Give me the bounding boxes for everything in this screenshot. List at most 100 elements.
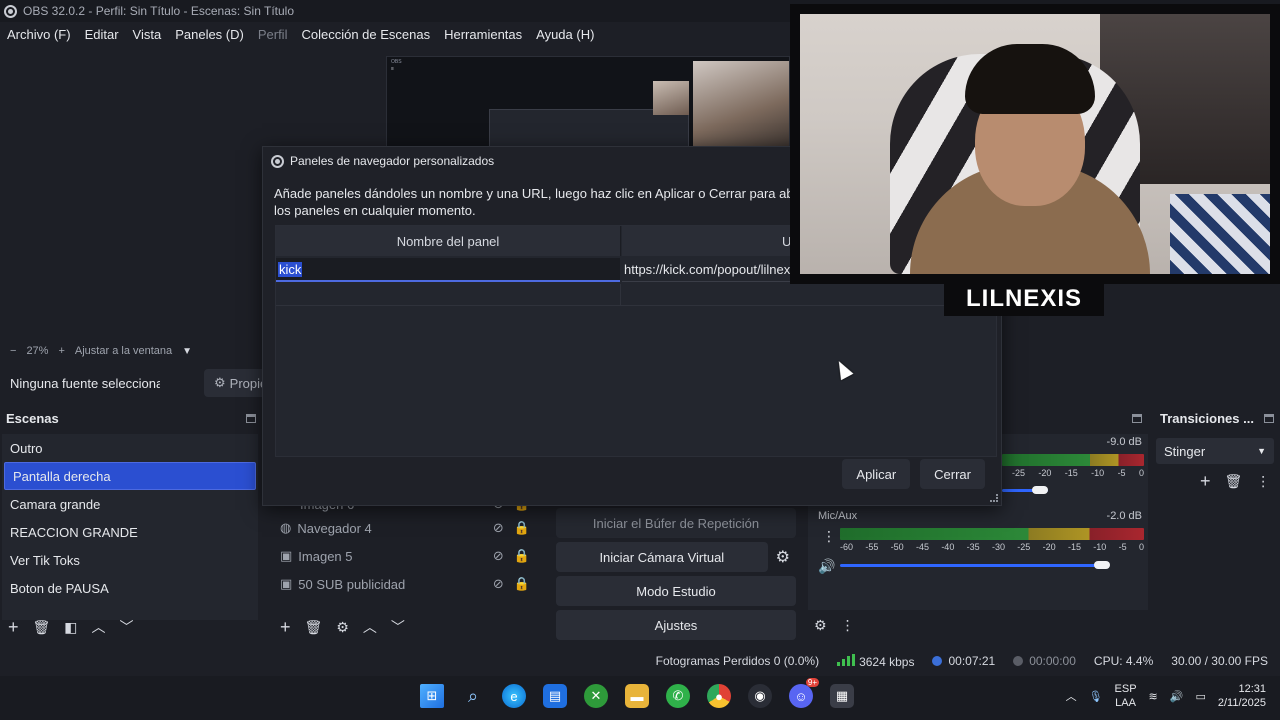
menu-profile[interactable]: Perfil [258, 27, 288, 42]
rec-time-readout: 00:00:00 [1013, 654, 1076, 668]
obs-logo-icon [271, 154, 284, 168]
eye-hidden-icon[interactable]: ⊘ [493, 520, 504, 536]
move-up-icon[interactable]: ︿ [363, 620, 377, 634]
game-capture-icon[interactable]: ▦ [830, 684, 854, 708]
gear-icon[interactable]: ⚙ [776, 547, 790, 567]
menu-view[interactable]: Vista [133, 27, 162, 42]
replay-buffer-button[interactable]: Iniciar el Búfer de Repetición [556, 508, 796, 538]
record-icon [1013, 656, 1024, 666]
broadcast-icon [932, 656, 943, 666]
source-item[interactable]: ◍ Navegador 4 ⊘ 🔒 [270, 514, 546, 542]
resize-grip-icon[interactable] [990, 494, 998, 502]
store-icon[interactable]: ▤ [543, 684, 567, 708]
virtual-cam-button[interactable]: Iniciar Cámara Virtual [556, 542, 768, 572]
move-down-icon[interactable]: ﹀ [391, 620, 405, 634]
close-button[interactable]: Cerrar [920, 459, 985, 489]
apply-button[interactable]: Aplicar [842, 459, 911, 489]
preview-mini-title: OBS [391, 59, 402, 65]
undock-icon[interactable] [1264, 413, 1274, 423]
channel2-name: Mic/Aux [818, 510, 858, 522]
menu-docks[interactable]: Paneles (D) [175, 27, 244, 42]
eye-hidden-icon[interactable]: ⊘ [493, 576, 504, 592]
scene-item[interactable]: Camara grande [2, 490, 258, 518]
lock-icon[interactable]: 🔒 [514, 548, 530, 564]
microphone-icon[interactable]: 🎙 [1089, 690, 1103, 703]
trash-icon[interactable]: 🗑 [1225, 474, 1243, 488]
scene-item[interactable]: Ver Tik Toks [2, 546, 258, 574]
channel2-volume-knob[interactable] [1094, 561, 1110, 569]
gear-icon[interactable]: ⚙ [336, 620, 349, 634]
source-item[interactable]: ▣ 50 SUB publicidad ⊘ 🔒 [270, 570, 546, 598]
volume-icon[interactable]: 🔊 [1170, 690, 1184, 703]
menu-help[interactable]: Ayuda (H) [536, 27, 594, 42]
channel2-volume-slider[interactable] [840, 564, 1104, 567]
discord-badge: 9+ [805, 678, 819, 687]
scene-item-selected[interactable]: Pantalla derecha [4, 462, 256, 490]
eye-hidden-icon[interactable]: ⊘ [493, 548, 504, 564]
menu-scene-collection[interactable]: Colección de Escenas [301, 27, 430, 42]
empty-row[interactable] [276, 284, 996, 306]
folder-icon[interactable]: ▬ [625, 684, 649, 708]
preview-canvas: OBS ≡ [386, 56, 790, 148]
battery-icon[interactable]: ▭ [1195, 690, 1205, 703]
scene-item[interactable]: Outro [2, 434, 258, 462]
clock[interactable]: 12:31 2/11/2025 [1218, 682, 1266, 710]
zoom-level: 27% [26, 345, 49, 357]
dock-name-cell[interactable]: kick [276, 258, 620, 282]
channel2-scale: -60 -55 -50 -45 -40 -35 -30 -25 -20 -15 -10 -5 0 [840, 542, 1144, 552]
windows-start-icon[interactable]: ⊞ [420, 684, 444, 708]
channel1-volume-knob[interactable] [1032, 486, 1048, 494]
kebab-icon[interactable]: ⋮ [1256, 474, 1270, 488]
scene-item[interactable]: Boton de PAUSA [2, 574, 258, 602]
chevron-down-icon[interactable]: ▼ [182, 346, 192, 357]
bitrate-readout: 3624 kbps [837, 653, 914, 669]
fit-to-window[interactable]: Ajustar a la ventana [75, 345, 172, 357]
trash-icon[interactable]: 🗑 [305, 620, 323, 634]
transitions-dock: Transiciones ... Stinger ▼ + 🗑 ⋮ [1154, 408, 1280, 644]
zoom-in-icon[interactable]: + [58, 345, 64, 357]
wifi-icon[interactable]: ≋ [1149, 690, 1158, 703]
clock-date: 2/11/2025 [1217, 697, 1266, 709]
discord-icon[interactable]: ☺ 9+ [789, 678, 819, 708]
move-down-icon[interactable]: ﹀ [120, 620, 134, 634]
menu-edit[interactable]: Editar [85, 27, 119, 42]
speaker-icon[interactable]: 🔊 [818, 558, 835, 575]
undock-icon[interactable] [246, 413, 256, 423]
source-item[interactable]: ▣ Imagen 5 ⊘ 🔒 [270, 542, 546, 570]
transition-select[interactable]: Stinger ▼ [1156, 438, 1274, 464]
zoom-out-icon[interactable]: − [10, 345, 16, 357]
menu-tools[interactable]: Herramientas [444, 27, 522, 42]
chrome-icon[interactable]: ● [707, 684, 731, 708]
obs-icon[interactable]: ◉ [748, 684, 772, 708]
source-label: 50 SUB publicidad [298, 576, 406, 592]
trash-icon[interactable]: 🗑 [33, 620, 51, 634]
edge-icon[interactable]: e [502, 684, 526, 708]
channel2-db: -2.0 dB [1106, 510, 1142, 522]
kebab-icon[interactable]: ⋮ [841, 618, 855, 632]
xbox-icon[interactable]: ✕ [584, 684, 608, 708]
add-transition-icon[interactable]: + [1200, 472, 1211, 490]
whatsapp-icon[interactable]: ✆ [666, 684, 690, 708]
studio-mode-button[interactable]: Modo Estudio [556, 576, 796, 606]
chevron-up-icon[interactable]: ︿ [1066, 688, 1077, 704]
lock-icon[interactable]: 🔒 [514, 520, 530, 536]
kebab-icon[interactable]: ⋮ [822, 528, 836, 545]
add-source-icon[interactable]: + [280, 618, 291, 636]
lock-icon[interactable]: 🔒 [514, 576, 530, 592]
webcam-video [800, 14, 1270, 274]
filter-icon[interactable]: ◧ [64, 620, 77, 634]
search-icon[interactable]: ⌕ [461, 684, 485, 708]
scene-item[interactable]: REACCION GRANDE [2, 518, 258, 546]
settings-button[interactable]: Ajustes [556, 610, 796, 640]
live-time-readout: 00:07:21 [932, 654, 995, 668]
move-up-icon[interactable]: ︿ [92, 620, 106, 634]
column-header-name[interactable]: Nombre del panel [276, 226, 621, 256]
undock-icon[interactable] [1132, 413, 1142, 423]
menu-file[interactable]: Archivo (F) [7, 27, 71, 42]
language-indicator[interactable]: ESP LAA [1115, 682, 1137, 710]
source-label: Navegador 4 [297, 520, 372, 536]
add-scene-icon[interactable]: + [8, 618, 19, 636]
advanced-audio-icon[interactable]: ⚙ [814, 618, 827, 632]
streamer-name-tag: LILNEXIS [944, 282, 1104, 316]
fps-readout: 30.00 / 30.00 FPS [1171, 654, 1268, 668]
